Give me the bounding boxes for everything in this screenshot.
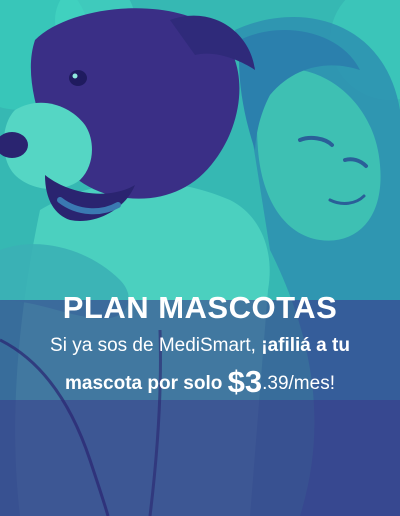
dog-and-woman-photo — [0, 0, 400, 516]
subtitle-bold-text: ¡afiliá a tu — [255, 335, 350, 356]
subtitle-regular-text: Si ya sos de MediSmart, — [50, 335, 256, 356]
price-suffix: .39/mes! — [262, 373, 335, 394]
promo-subtitle: Si ya sos de MediSmart, ¡afiliá a tu mas… — [0, 334, 400, 397]
promo-subtitle-line1: Si ya sos de MediSmart, ¡afiliá a tu — [0, 334, 400, 358]
promo-banner[interactable]: PLAN MASCOTAS Si ya sos de MediSmart, ¡a… — [0, 0, 400, 516]
price-main: $3 — [227, 364, 263, 399]
promo-subtitle-line2: mascota por solo $3.39/mes! — [0, 366, 400, 397]
promo-text-block: PLAN MASCOTAS Si ya sos de MediSmart, ¡a… — [0, 290, 400, 397]
promo-title: PLAN MASCOTAS — [62, 290, 338, 325]
line2-bold-text: mascota por solo — [65, 373, 228, 394]
